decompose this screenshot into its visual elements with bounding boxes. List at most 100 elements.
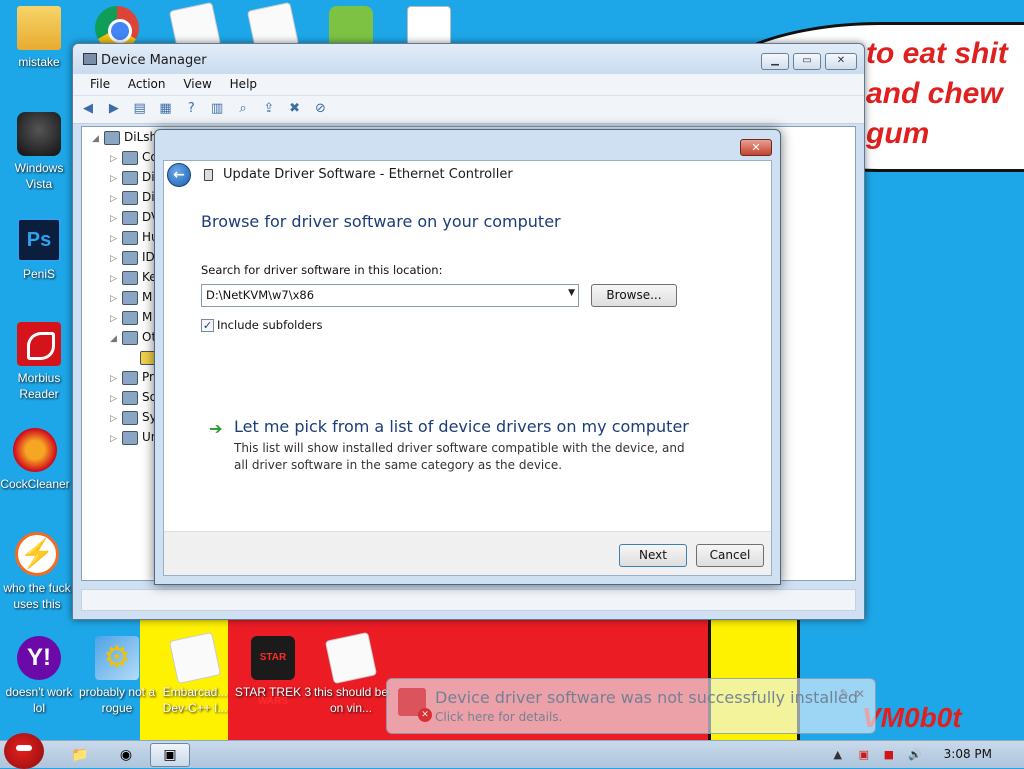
start-button[interactable] [4, 733, 44, 769]
close-button[interactable]: ✕ [825, 53, 857, 70]
collapse-arrow-icon[interactable]: ◢ [92, 134, 104, 144]
taskbar-chrome-button[interactable]: ◉ [106, 743, 146, 767]
device-category-icon [122, 390, 138, 405]
show-hide-tree-icon[interactable]: ▤ [131, 100, 149, 118]
tree-item[interactable]: ▷ Sy [110, 410, 157, 430]
expand-arrow-icon[interactable]: ▷ [110, 214, 122, 224]
checkbox-checked-icon[interactable]: ✓ [201, 319, 214, 332]
document-icon [168, 631, 222, 685]
include-subfolders-label: Include subfolders [217, 318, 323, 332]
next-button[interactable]: Next [619, 544, 687, 567]
expand-arrow-icon[interactable]: ▷ [110, 174, 122, 184]
properties-icon[interactable]: ▦ [156, 100, 174, 118]
console-icon[interactable]: ▥ [208, 100, 226, 118]
desktop-icon-cockcleaner[interactable]: CockCleaner [0, 428, 74, 492]
desktop-icon-label: Morbius Reader [17, 371, 61, 401]
forward-arrow-icon[interactable]: ▶ [105, 100, 123, 118]
menu-view[interactable]: View [176, 74, 218, 94]
close-icon[interactable]: ✕ [855, 687, 865, 701]
taskbar-explorer-button[interactable]: 📁 [60, 743, 100, 767]
desktop-icon-mistake[interactable]: mistake [0, 6, 78, 70]
tree-item[interactable]: ▷ ID [110, 250, 155, 270]
minimize-button[interactable]: ▁ [761, 53, 789, 70]
folder-icon [17, 6, 61, 50]
tree-item[interactable]: ▷ Pr [110, 370, 154, 390]
expand-arrow-icon[interactable]: ▷ [110, 394, 122, 404]
desktop-icon-vinyl[interactable]: this should be on vin... [312, 631, 390, 716]
driver-path-value[interactable]: D:\NetKVM\w7\x86 [206, 288, 314, 302]
device-category-icon [122, 270, 138, 285]
ccleaner-icon [13, 428, 57, 472]
tree-item[interactable]: ◢ Ot [110, 330, 156, 350]
tree-item[interactable]: ▷ DV [110, 210, 159, 230]
desktop-icon-not-a-rogue[interactable]: probably not a rogue [78, 636, 156, 716]
show-hidden-icons-icon[interactable]: ▲ [834, 748, 842, 761]
device-category-icon [122, 170, 138, 185]
include-subfolders-checkbox[interactable]: ✓ Include subfolders [201, 318, 322, 332]
driver-path-combobox[interactable]: D:\NetKVM\w7\x86 ▼ [201, 284, 579, 307]
desktop-icon-label: doesn't work lol [5, 685, 73, 715]
green-arrow-icon: ➔ [209, 419, 223, 438]
taskbar-device-manager-button[interactable]: ▣ [150, 743, 190, 767]
tree-item[interactable]: ▷ Co [110, 150, 158, 170]
desktop-icon-windows-vista[interactable]: Windows Vista [0, 112, 78, 192]
cancel-button[interactable]: Cancel [696, 544, 764, 567]
tree-item[interactable]: ▷ So [110, 390, 157, 410]
desktop-icon-yahoo[interactable]: Y! doesn't work lol [0, 636, 78, 716]
menu-file[interactable]: File [83, 74, 117, 94]
browse-button[interactable]: Browse... [591, 284, 677, 307]
driver-install-failed-notification[interactable]: Device driver software was not successfu… [386, 678, 876, 734]
expand-arrow-icon[interactable]: ▷ [110, 374, 122, 384]
device-manager-titlebar[interactable]: Device Manager ▁ ▭ ✕ [73, 44, 864, 74]
desktop-icon-who-uses-this[interactable]: who the fuck uses this [0, 532, 76, 612]
tree-item[interactable]: ▷ Ke [110, 270, 157, 290]
pdf-reader-icon [17, 322, 61, 366]
tree-item[interactable]: ▷ M [110, 290, 152, 310]
expand-arrow-icon[interactable]: ▷ [110, 254, 122, 264]
disable-device-icon[interactable]: ⊘ [311, 100, 329, 118]
menu-help[interactable]: Help [223, 74, 264, 94]
expand-arrow-icon[interactable]: ▷ [110, 274, 122, 284]
dropdown-arrow-icon[interactable]: ▼ [568, 288, 575, 298]
expand-arrow-icon[interactable]: ▷ [110, 294, 122, 304]
uninstall-icon[interactable]: ✖ [286, 100, 304, 118]
maximize-button[interactable]: ▭ [793, 53, 821, 70]
menu-action[interactable]: Action [121, 74, 173, 94]
tree-item[interactable]: ▷ Hu [110, 230, 159, 250]
desktop-icon-star-trek[interactable]: STAR WARS STAR TREK 3 [234, 636, 312, 707]
taskbar-clock[interactable]: 3:08 PM [944, 747, 992, 761]
expand-arrow-icon[interactable]: ▷ [110, 234, 122, 244]
desktop-icon-morbius-reader[interactable]: Morbius Reader [0, 322, 78, 402]
back-button[interactable]: ← [167, 163, 191, 187]
back-arrow-icon[interactable]: ◀ [79, 100, 97, 118]
tree-root[interactable]: ◢ DiLsh [92, 130, 157, 150]
expand-arrow-icon[interactable]: ▷ [110, 314, 122, 324]
notification-details-link[interactable]: Click here for details. [435, 710, 562, 724]
collapse-arrow-icon[interactable]: ◢ [110, 334, 122, 344]
pick-from-list-title[interactable]: Let me pick from a list of device driver… [234, 417, 689, 436]
expand-arrow-icon[interactable]: ▷ [110, 154, 122, 164]
pin-icon[interactable]: ✎ [840, 687, 849, 700]
desktop-icon-dev-cpp[interactable]: Embarcad... Dev-C++ I... [156, 631, 234, 716]
action-center-icon[interactable]: ■ [884, 748, 894, 761]
update-driver-icon[interactable]: ⇪ [260, 100, 278, 118]
expand-arrow-icon[interactable]: ▷ [110, 194, 122, 204]
desktop-icon-label: who the fuck uses this [3, 581, 71, 611]
expand-arrow-icon[interactable]: ▷ [110, 414, 122, 424]
tree-item[interactable]: ▷ Di [110, 170, 155, 190]
device-category-icon [122, 290, 138, 305]
notification-title: Device driver software was not successfu… [435, 688, 859, 707]
desktop-icon-label: probably not a rogue [78, 685, 156, 715]
help-icon[interactable]: ? [182, 100, 200, 118]
tree-item-label: Pr [142, 370, 154, 384]
volume-icon[interactable]: 🔊 [908, 748, 922, 761]
dialog-close-button[interactable]: ✕ [740, 139, 772, 156]
tree-item[interactable]: ▷ Di [110, 190, 155, 210]
tree-item[interactable]: ▷ Un [110, 430, 158, 450]
tree-item[interactable]: ▷ M [110, 310, 152, 330]
driver-error-tray-icon[interactable]: ▣ [859, 748, 869, 761]
desktop-icon-penis[interactable]: Ps PeniS [0, 218, 78, 282]
scan-hardware-icon[interactable]: ⌕ [234, 100, 252, 118]
expand-arrow-icon[interactable]: ▷ [110, 434, 122, 444]
chrome-icon: ◉ [119, 747, 133, 763]
